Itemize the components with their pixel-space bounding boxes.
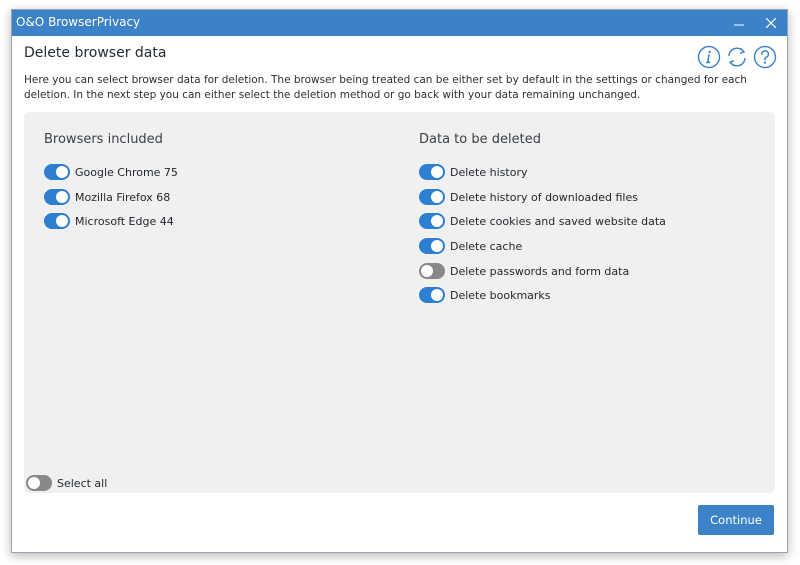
passwords-toggle[interactable]	[419, 263, 445, 279]
bookmarks-toggle[interactable]	[419, 287, 445, 303]
select-all-toggle[interactable]	[26, 475, 52, 491]
history-toggle[interactable]	[419, 164, 445, 180]
header-icon-group	[697, 45, 777, 71]
data-option-label: Delete bookmarks	[450, 288, 551, 302]
select-all-option[interactable]: Select all	[26, 475, 107, 491]
window-title: O&O BrowserPrivacy	[16, 15, 141, 29]
close-icon	[766, 18, 776, 28]
chrome-toggle[interactable]	[44, 164, 70, 180]
data-option-label: Delete history	[450, 165, 528, 179]
data-option-label: Delete passwords and form data	[450, 264, 630, 278]
data-option-downloads[interactable]: Delete history of downloaded files	[419, 189, 638, 205]
help-icon[interactable]	[753, 45, 777, 69]
page-title: Delete browser data	[24, 45, 167, 61]
refresh-icon[interactable]	[725, 45, 749, 69]
close-button[interactable]	[755, 10, 787, 36]
browser-option-label: Google Chrome 75	[75, 165, 178, 179]
browser-option-firefox[interactable]: Mozilla Firefox 68	[44, 189, 170, 205]
browser-option-label: Microsoft Edge 44	[75, 214, 174, 228]
browsers-section-title: Browsers included	[44, 132, 163, 147]
data-option-cookies[interactable]: Delete cookies and saved website data	[419, 213, 666, 229]
data-section-title: Data to be deleted	[419, 132, 541, 147]
browser-option-edge[interactable]: Microsoft Edge 44	[44, 213, 174, 229]
minimize-icon	[734, 24, 744, 26]
firefox-toggle[interactable]	[44, 189, 70, 205]
page-description: Here you can select browser data for del…	[24, 74, 747, 101]
data-option-bookmarks[interactable]: Delete bookmarks	[419, 287, 551, 303]
title-bar: O&O BrowserPrivacy	[12, 10, 787, 36]
browser-option-chrome[interactable]: Google Chrome 75	[44, 164, 178, 180]
app-window: O&O BrowserPrivacy Delete browser data H…	[11, 9, 788, 553]
selection-panel: Browsers included Google Chrome 75 Mozil…	[24, 112, 775, 493]
cookies-toggle[interactable]	[419, 213, 445, 229]
browser-option-label: Mozilla Firefox 68	[75, 190, 171, 204]
minimize-button[interactable]	[723, 10, 755, 36]
data-option-history[interactable]: Delete history	[419, 164, 527, 180]
edge-toggle[interactable]	[44, 213, 70, 229]
info-icon[interactable]	[697, 45, 721, 69]
data-option-label: Delete cache	[450, 239, 523, 253]
data-option-passwords[interactable]: Delete passwords and form data	[419, 263, 629, 279]
downloads-toggle[interactable]	[419, 189, 445, 205]
select-all-label: Select all	[57, 476, 108, 490]
data-option-label: Delete history of downloaded files	[450, 190, 638, 204]
cache-toggle[interactable]	[419, 238, 445, 254]
data-option-label: Delete cookies and saved website data	[450, 214, 666, 228]
continue-button[interactable]: Continue	[698, 505, 774, 535]
data-option-cache[interactable]: Delete cache	[419, 238, 522, 254]
